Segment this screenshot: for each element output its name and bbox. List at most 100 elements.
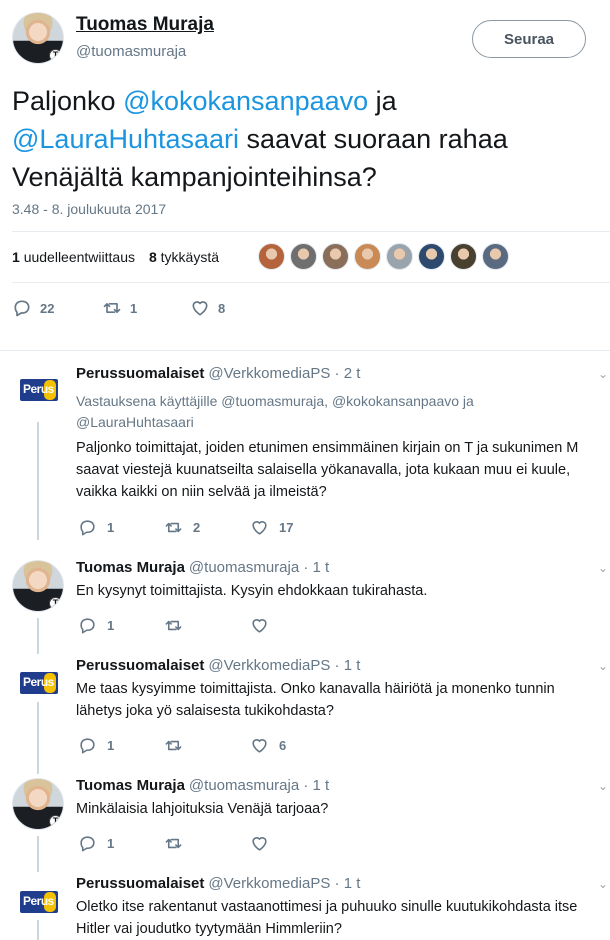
reply-time[interactable]: 1 t <box>313 559 330 576</box>
tweet-text: Paljonko @kokokansanpaavo ja @LauraHuhta… <box>12 82 602 196</box>
reply-count: 1 <box>107 836 115 851</box>
retweet-button[interactable] <box>164 834 250 853</box>
thread-line <box>37 920 39 940</box>
liker-avatar[interactable] <box>322 243 349 270</box>
reply-actions: 1 6 <box>78 736 286 755</box>
retweet-count: 1 <box>130 300 138 316</box>
divider <box>12 282 610 283</box>
reply-time[interactable]: 1 t <box>344 657 361 674</box>
divider <box>12 231 610 232</box>
avatar[interactable]: T <box>12 778 64 830</box>
liker-avatar[interactable] <box>258 243 285 270</box>
mention-link[interactable]: @kokokansanpaavo <box>123 86 368 116</box>
retweet-count: 2 <box>193 520 201 535</box>
reply-button[interactable]: 1 <box>78 616 164 635</box>
reply-text-line: vaikka kaikki on niin selvää ja ilmeistä… <box>76 484 327 500</box>
liker-avatar[interactable] <box>450 243 477 270</box>
reply-text: Oletko itse rakentanut vastaanottimesi j… <box>76 896 610 940</box>
retweet-button[interactable] <box>164 616 250 635</box>
chevron-down-icon[interactable]: ⌄ <box>598 561 608 575</box>
like-stat[interactable]: 8 tykkäystä <box>149 249 219 265</box>
author-handle[interactable]: @tuomasmuraja <box>189 777 299 794</box>
separator: · <box>330 365 344 382</box>
author-name[interactable]: Perussuomalaiset <box>76 657 204 674</box>
author-name[interactable]: Tuomas Muraja <box>76 777 185 794</box>
like-button[interactable]: 17 <box>250 518 293 537</box>
like-button[interactable]: 8 <box>190 298 225 318</box>
author-name[interactable]: Tuomas Muraja <box>76 559 185 576</box>
like-button[interactable] <box>250 834 279 853</box>
reply-button[interactable]: 1 <box>78 518 164 537</box>
author-handle[interactable]: @tuomasmuraja <box>76 43 186 60</box>
author-handle[interactable]: @tuomasmuraja <box>189 559 299 576</box>
author-handle[interactable]: @VerkkomediaPS <box>208 365 330 382</box>
thread-line <box>37 422 39 540</box>
logo-text: Perus <box>23 675 54 689</box>
heart-icon <box>252 521 267 535</box>
retweet-stat[interactable]: 1 uudelleentwiittaus <box>12 249 135 265</box>
tweet-text-part: Paljonko <box>12 86 124 116</box>
reply-time[interactable]: 1 t <box>313 777 330 794</box>
chevron-down-icon[interactable]: ⌄ <box>598 659 608 673</box>
like-count: 6 <box>279 738 287 753</box>
retweet-button[interactable]: 2 <box>164 518 250 537</box>
author-handle[interactable]: @VerkkomediaPS <box>208 657 330 674</box>
reply-icon <box>14 300 30 317</box>
reply-actions: 1 2 17 <box>78 518 293 537</box>
heart-icon <box>252 837 267 851</box>
author-handle[interactable]: @VerkkomediaPS <box>208 875 330 892</box>
avatar[interactable]: T <box>12 560 64 612</box>
tweet-text-part: saavat suoraan rahaa <box>239 124 508 154</box>
like-button[interactable]: 6 <box>250 736 286 755</box>
reply-time[interactable]: 2 t <box>344 365 361 382</box>
liker-avatar[interactable] <box>418 243 445 270</box>
retweet-button[interactable]: 1 <box>102 298 190 318</box>
reply-header: Tuomas Muraja @tuomasmuraja · 1 t <box>76 777 329 794</box>
reply-header: Perussuomalaiset @VerkkomediaPS · 1 t <box>76 657 360 674</box>
separator: · <box>330 657 344 674</box>
liker-avatar[interactable] <box>386 243 413 270</box>
mention-link[interactable]: @LauraHuhtasaari <box>12 124 239 154</box>
reply-time[interactable]: 1 t <box>344 875 361 892</box>
reply-text: Minkälaisia lahjoituksia Venäjä tarjoaa? <box>76 798 610 820</box>
like-count: 8 <box>218 300 226 316</box>
liker-avatar[interactable] <box>482 243 509 270</box>
reply-text-line: Minkälaisia lahjoituksia Venäjä tarjoaa? <box>76 801 329 817</box>
reply-button[interactable]: 1 <box>78 834 164 853</box>
avatar[interactable]: Perus <box>20 672 58 694</box>
heart-icon <box>252 739 267 753</box>
logo-text: Perus <box>23 894 54 908</box>
reply-text-line: Me taas kysyimme toimittajista. Onko kan… <box>76 681 555 697</box>
author-name[interactable]: Perussuomalaiset <box>76 365 204 382</box>
reply-actions: 1 <box>78 834 279 853</box>
avatar[interactable]: T <box>12 12 64 64</box>
reply-text-line: saavat viestejä kuunatseilta salaisella … <box>76 462 571 478</box>
thread-line <box>37 836 39 872</box>
author-name[interactable]: Tuomas Muraja <box>76 14 214 36</box>
like-label: tykkäystä <box>160 249 220 265</box>
reply-text-line: Paljonko toimittajat, joiden etunimen en… <box>76 440 579 456</box>
avatar[interactable]: Perus <box>20 891 58 913</box>
thread-line <box>37 702 39 774</box>
author-name[interactable]: Perussuomalaiset <box>76 875 204 892</box>
like-button[interactable] <box>250 616 279 635</box>
reply-button[interactable]: 22 <box>12 298 102 318</box>
replying-to: Vastauksena käyttäjille @tuomasmuraja, @… <box>76 391 606 433</box>
retweet-button[interactable] <box>164 736 250 755</box>
reply-count: 1 <box>107 520 115 535</box>
reply-icon <box>80 618 95 634</box>
chevron-down-icon[interactable]: ⌄ <box>598 877 608 891</box>
chevron-down-icon[interactable]: ⌄ <box>598 367 608 381</box>
reply-text: Me taas kysyimme toimittajista. Onko kan… <box>76 678 610 722</box>
replying-to-line: Vastauksena käyttäjille @tuomasmuraja, @… <box>76 393 474 409</box>
separator: · <box>299 559 313 576</box>
timestamp[interactable]: 3.48 - 8. joulukuuta 2017 <box>12 201 166 217</box>
chevron-down-icon[interactable]: ⌄ <box>598 779 608 793</box>
liker-avatar[interactable] <box>354 243 381 270</box>
reply-text: En kysynyt toimittajista. Kysyin ehdokka… <box>76 580 610 602</box>
liker-avatar[interactable] <box>290 243 317 270</box>
avatar[interactable]: Perus <box>20 379 58 401</box>
follow-button[interactable]: Seuraa <box>472 20 586 58</box>
reply-button[interactable]: 1 <box>78 736 164 755</box>
thread-line <box>37 618 39 654</box>
